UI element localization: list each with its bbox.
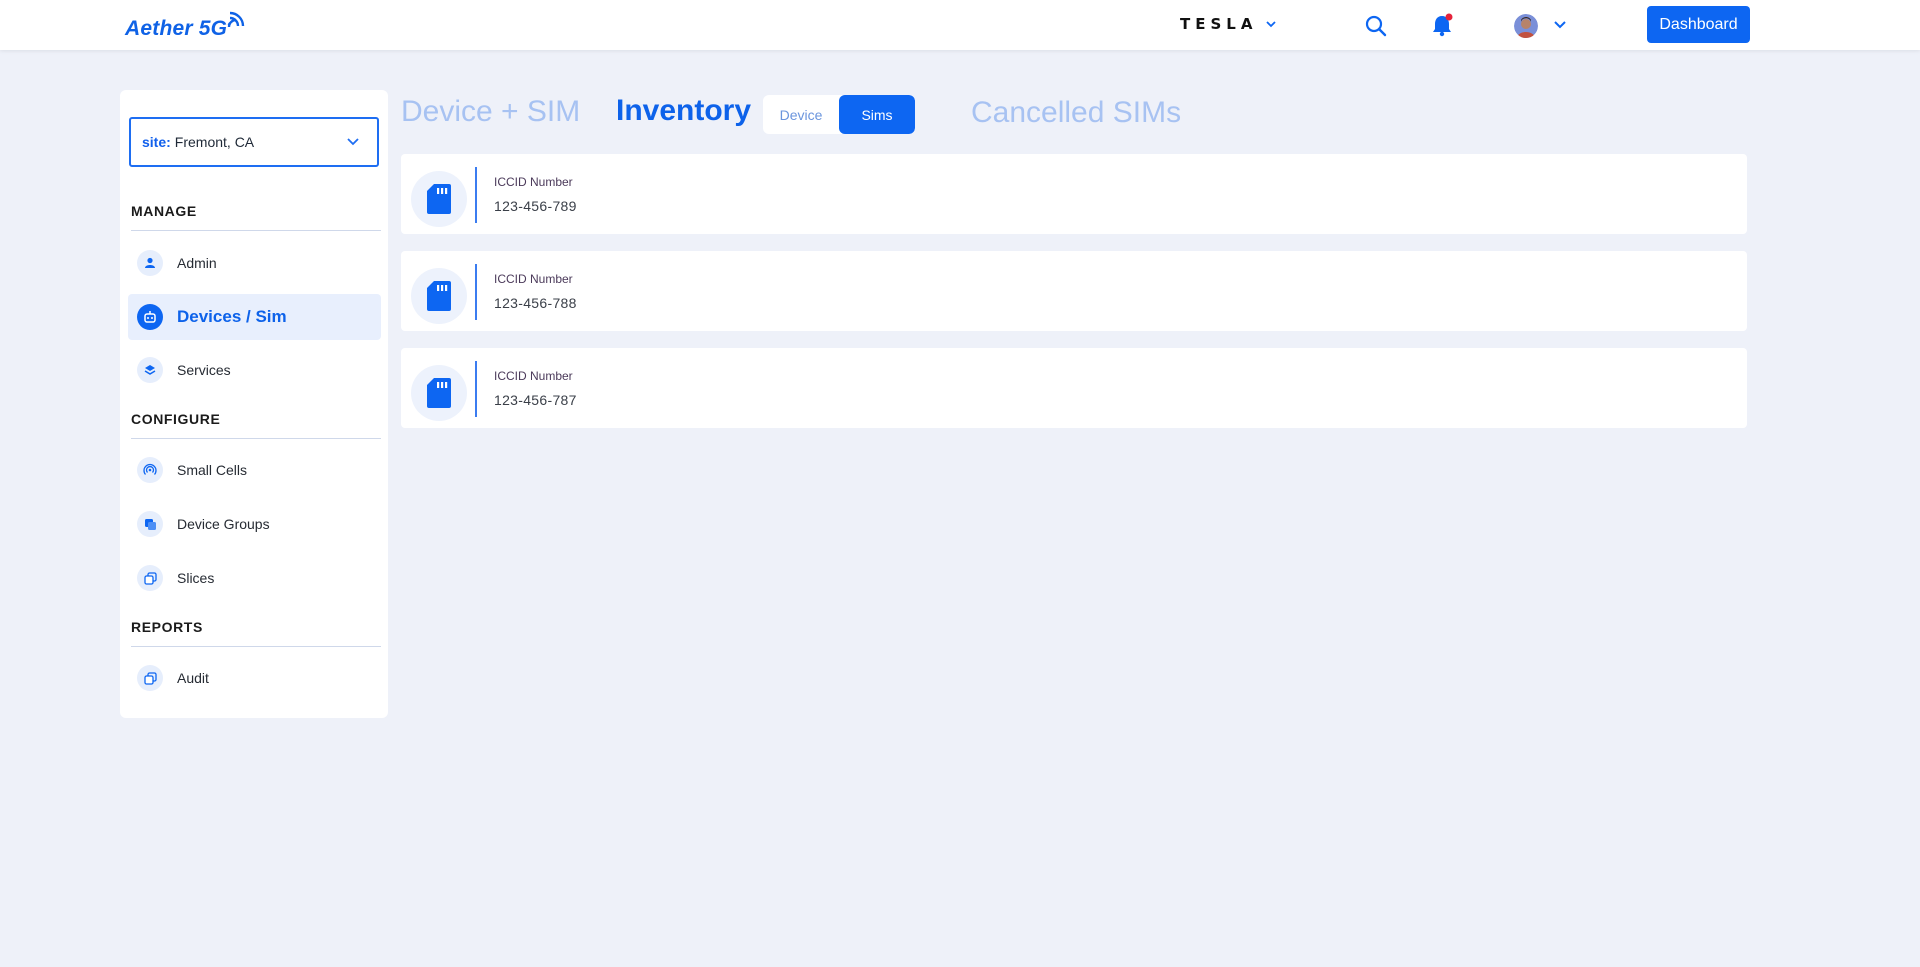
sidebar-item-label: Small Cells [177, 462, 248, 478]
sidebar-item-label: Devices / Sim [177, 307, 287, 326]
tab-device-sim[interactable]: Device + SIM [401, 95, 580, 129]
iccid-value: 123-456-789 [494, 198, 577, 214]
iccid-label: ICCID Number [494, 369, 573, 383]
person-icon [137, 250, 163, 276]
stack-icon [137, 565, 163, 591]
site-select-value: Fremont, CA [174, 134, 255, 150]
sim-card[interactable]: ICCID Number 123-456-788 [401, 251, 1747, 331]
org-switcher[interactable]: TESLA [1180, 15, 1277, 33]
bell-icon[interactable] [1431, 13, 1453, 37]
top-header: Aether 5G TESLA Dashboard [0, 0, 1920, 50]
sim-card[interactable]: ICCID Number 123-456-787 [401, 348, 1747, 428]
brand-name: TESLA [1180, 15, 1258, 33]
tab-inventory[interactable]: Inventory [616, 94, 751, 128]
section-title-manage: MANAGE [131, 203, 197, 219]
divider [475, 361, 477, 417]
sidebar-item-label: Slices [177, 570, 215, 586]
toggle-sims[interactable]: Sims [839, 95, 915, 134]
signal-icon [227, 11, 245, 27]
section-title-reports: REPORTS [131, 619, 203, 635]
sidebar-item-label: Device Groups [177, 516, 270, 532]
sidebar-item-services[interactable]: Services [128, 347, 381, 393]
robot-icon [137, 304, 163, 330]
divider [131, 646, 381, 647]
copy-icon [137, 511, 163, 537]
notification-dot [1445, 13, 1453, 21]
sidebar-item-device-groups[interactable]: Device Groups [128, 501, 381, 547]
sidebar-item-audit[interactable]: Audit [128, 655, 381, 701]
iccid-label: ICCID Number [494, 175, 573, 189]
toggle-device[interactable]: Device [763, 95, 839, 134]
sidebar-item-label: Admin [177, 255, 217, 271]
sidebar: site: Fremont, CA MANAGE Admin Devices /… [120, 90, 388, 718]
site-select-label: site: [142, 134, 171, 150]
divider [131, 230, 381, 231]
stack-icon [137, 665, 163, 691]
sidebar-item-label: Audit [177, 670, 209, 686]
dashboard-button[interactable]: Dashboard [1647, 6, 1750, 43]
chevron-down-icon [1266, 21, 1277, 28]
iccid-label: ICCID Number [494, 272, 573, 286]
layers-icon [137, 357, 163, 383]
avatar-image [1514, 14, 1538, 38]
divider [131, 438, 381, 439]
tab-cancelled-sims[interactable]: Cancelled SIMs [971, 96, 1181, 130]
chevron-down-icon[interactable] [1553, 19, 1567, 31]
avatar[interactable] [1514, 14, 1538, 38]
iccid-value: 123-456-787 [494, 392, 577, 408]
divider [475, 264, 477, 320]
sidebar-item-admin[interactable]: Admin [128, 240, 381, 286]
sidebar-item-small-cells[interactable]: Small Cells [128, 447, 381, 493]
section-title-configure: CONFIGURE [131, 411, 221, 427]
sim-card-icon [411, 171, 467, 227]
sim-card-icon [411, 365, 467, 421]
sidebar-item-devices-sim[interactable]: Devices / Sim [128, 294, 381, 340]
app-logo[interactable]: Aether 5G [125, 17, 227, 41]
wifi-signal-icon [137, 457, 163, 483]
chevron-down-icon [347, 138, 359, 146]
sim-card[interactable]: ICCID Number 123-456-789 [401, 154, 1747, 234]
sim-card-icon [411, 268, 467, 324]
divider [475, 167, 477, 223]
site-select[interactable]: site: Fremont, CA [129, 117, 379, 167]
search-icon[interactable] [1365, 15, 1387, 37]
iccid-value: 123-456-788 [494, 295, 577, 311]
sidebar-item-slices[interactable]: Slices [128, 555, 381, 601]
device-sims-toggle: Device Sims [763, 95, 915, 134]
sidebar-item-label: Services [177, 362, 231, 378]
